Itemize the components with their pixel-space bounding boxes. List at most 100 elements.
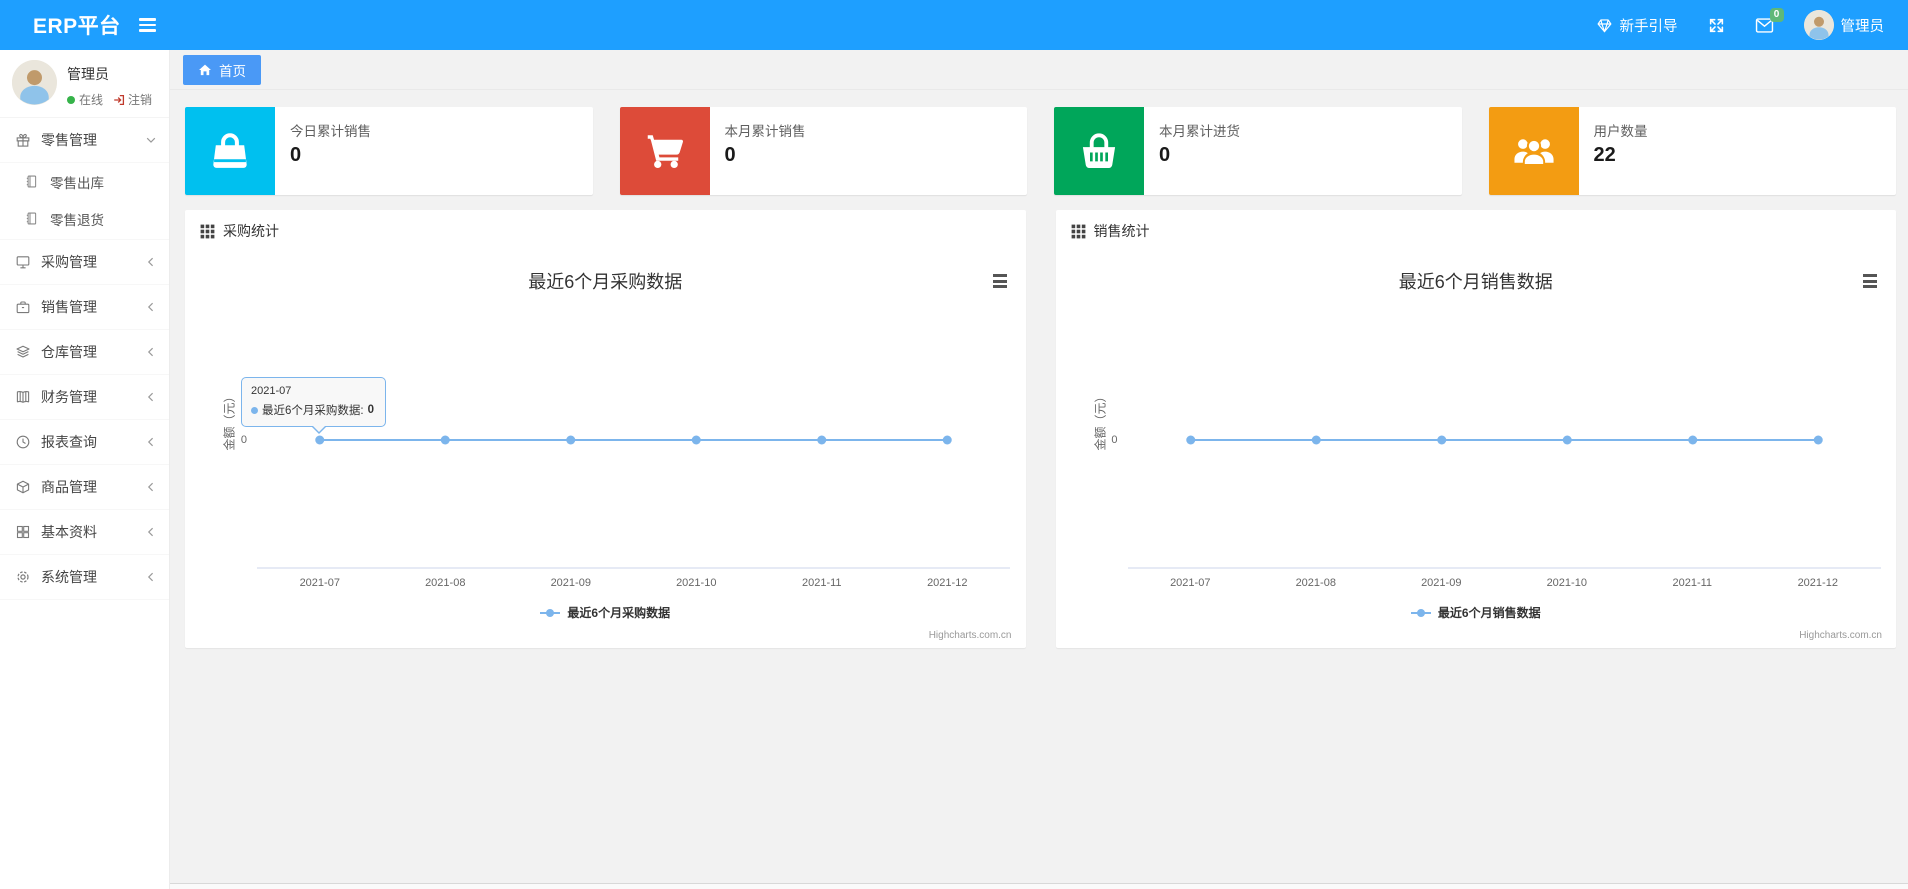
sales-chart: 最近6个月销售数据 金额（元） 0 2021-07 2021-08 2021-09 2… bbox=[1056, 252, 1897, 648]
legend-item[interactable]: 最近6个月采购数据 bbox=[185, 604, 1026, 621]
user-name: 管理员 bbox=[1840, 18, 1885, 35]
sidebar-item-label: 采购管理 bbox=[41, 254, 97, 270]
purchase-stats-panel: 采购统计 最近6个月采购数据 金额（元） 0 2021-07 2021-08 202… bbox=[185, 210, 1026, 648]
sidebar-item-label: 仓库管理 bbox=[41, 344, 97, 360]
chart-panels-row: 采购统计 最近6个月采购数据 金额（元） 0 2021-07 2021-08 202… bbox=[170, 195, 1908, 648]
sidebar-menu: 零售管理 零售出库 零售退货 采购管理 销售管理 仓库管理 财务管理 报表查询 … bbox=[0, 118, 169, 600]
sidebar-item-goods[interactable]: 商品管理 bbox=[0, 465, 169, 510]
highcharts-credit-link[interactable]: Highcharts.com.cn bbox=[929, 630, 1012, 641]
chevron-left-icon bbox=[146, 347, 156, 357]
beginner-guide-button[interactable]: 新手引导 bbox=[1596, 15, 1678, 36]
sidebar-item-label: 商品管理 bbox=[41, 479, 97, 495]
stat-value: 0 bbox=[290, 144, 302, 166]
avatar bbox=[1803, 10, 1834, 40]
book-icon bbox=[15, 389, 32, 405]
online-status-label: 在线 bbox=[79, 93, 104, 107]
sidebar-submenu-retail: 零售出库 零售退货 bbox=[0, 163, 169, 240]
app-brand: ERP平台 bbox=[33, 15, 121, 38]
gift-icon bbox=[15, 132, 32, 148]
messages-button[interactable]: 0 bbox=[1755, 7, 1784, 34]
file-icon bbox=[24, 211, 41, 226]
gem-icon bbox=[1596, 17, 1613, 34]
fullscreen-button[interactable] bbox=[1708, 17, 1725, 34]
stat-value: 0 bbox=[724, 144, 736, 166]
stat-value: 0 bbox=[1159, 144, 1171, 166]
message-count-badge: 0 bbox=[1769, 7, 1784, 22]
package-icon bbox=[15, 479, 32, 495]
shopping-cart-icon bbox=[619, 107, 710, 195]
sidebar-item-label: 零售出库 bbox=[50, 175, 104, 191]
stat-label: 用户数量 bbox=[1593, 124, 1648, 139]
highcharts-credit-link[interactable]: Highcharts.com.cn bbox=[1799, 630, 1882, 641]
top-navbar: ERP平台 新手引导 0 管理员 bbox=[0, 0, 1908, 50]
sidebar-item-retail[interactable]: 零售管理 bbox=[0, 118, 169, 163]
briefcase-icon bbox=[15, 299, 32, 315]
stat-label: 本月累计销售 bbox=[724, 124, 806, 139]
file-icon bbox=[24, 174, 41, 189]
grid-icon bbox=[15, 524, 32, 540]
sidebar-item-reports[interactable]: 报表查询 bbox=[0, 420, 169, 465]
layers-icon bbox=[15, 344, 32, 360]
tab-home[interactable]: 首页 bbox=[183, 55, 261, 85]
users-icon bbox=[1488, 107, 1579, 195]
home-icon bbox=[199, 64, 211, 76]
th-grid-icon bbox=[1071, 224, 1085, 238]
stat-card-month-purchase: 本月累计进货 0 bbox=[1054, 107, 1462, 195]
fullscreen-icon bbox=[1709, 18, 1723, 32]
sidebar-user-name: 管理员 bbox=[67, 66, 109, 82]
stat-card-today-sales: 今日累计销售 0 bbox=[185, 107, 593, 195]
shopping-bag-icon bbox=[185, 107, 275, 195]
sidebar-item-label: 零售管理 bbox=[41, 132, 97, 148]
sidebar-item-basic-data[interactable]: 基本资料 bbox=[0, 510, 169, 555]
sidebar-user-card: 管理员 在线 注销 bbox=[0, 50, 169, 118]
chevron-left-icon bbox=[146, 527, 156, 537]
page-footer bbox=[170, 883, 1908, 889]
chevron-left-icon bbox=[146, 257, 156, 267]
chevron-left-icon bbox=[146, 392, 156, 402]
chart-tooltip: 2021-07 最近6个月采购数据: 0 bbox=[241, 377, 386, 434]
sidebar-item-system[interactable]: 系统管理 bbox=[0, 555, 169, 600]
chevron-left-icon bbox=[146, 302, 156, 312]
legend-item[interactable]: 最近6个月销售数据 bbox=[1056, 604, 1897, 621]
stat-card-user-count: 用户数量 22 bbox=[1488, 107, 1896, 195]
sidebar-item-label: 零售退货 bbox=[50, 212, 104, 228]
legend-marker-icon bbox=[540, 608, 561, 617]
chevron-left-icon bbox=[146, 482, 156, 492]
gear-icon bbox=[15, 569, 32, 585]
avatar bbox=[12, 60, 57, 105]
sidebar-toggle-icon[interactable] bbox=[138, 18, 156, 32]
stat-value: 22 bbox=[1593, 144, 1616, 166]
chevron-left-icon bbox=[146, 572, 156, 582]
logout-icon bbox=[114, 94, 125, 105]
legend-marker-icon bbox=[1410, 608, 1431, 617]
panel-title: 销售统计 bbox=[1093, 223, 1150, 239]
sidebar-item-label: 系统管理 bbox=[41, 569, 97, 585]
series-dot-icon bbox=[251, 406, 258, 414]
chevron-down-icon bbox=[146, 135, 156, 145]
monitor-icon bbox=[15, 254, 32, 270]
tab-bar: 首页 bbox=[170, 50, 1908, 90]
sidebar-item-retail-return[interactable]: 零售退货 bbox=[0, 200, 169, 237]
beginner-guide-label: 新手引导 bbox=[1619, 18, 1678, 35]
sidebar-item-finance[interactable]: 财务管理 bbox=[0, 375, 169, 420]
sidebar-item-purchase[interactable]: 采购管理 bbox=[0, 240, 169, 285]
logout-button[interactable]: 注销 bbox=[113, 91, 152, 108]
sidebar-item-label: 财务管理 bbox=[41, 389, 97, 405]
sales-stats-panel: 销售统计 最近6个月销售数据 金额（元） 0 2021-07 2021-08 202… bbox=[1055, 210, 1897, 648]
main-content: 首页 今日累计销售 0 本月累计销售 0 本月累计进货 0 用户数量 22 采购… bbox=[170, 50, 1908, 889]
sidebar-item-warehouse[interactable]: 仓库管理 bbox=[0, 330, 169, 375]
sidebar-item-sales[interactable]: 销售管理 bbox=[0, 285, 169, 330]
purchase-chart: 最近6个月采购数据 金额（元） 0 2021-07 2021-08 2021-09 2… bbox=[185, 252, 1026, 648]
clock-icon bbox=[15, 434, 32, 450]
sidebar-item-retail-outbound[interactable]: 零售出库 bbox=[0, 163, 169, 200]
user-menu[interactable]: 管理员 bbox=[1803, 10, 1885, 40]
sidebar-item-label: 基本资料 bbox=[41, 524, 97, 540]
online-status-dot bbox=[67, 95, 75, 104]
shopping-basket-icon bbox=[1054, 107, 1144, 195]
sidebar-item-label: 报表查询 bbox=[41, 434, 97, 450]
sidebar: 管理员 在线 注销 零售管理 零售出库 零售退货 采购管理 销售管理 仓库管理 … bbox=[0, 50, 170, 889]
chevron-left-icon bbox=[146, 437, 156, 447]
stat-label: 今日累计销售 bbox=[290, 124, 371, 139]
panel-title: 采购统计 bbox=[223, 223, 279, 239]
stat-label: 本月累计进货 bbox=[1159, 124, 1240, 139]
